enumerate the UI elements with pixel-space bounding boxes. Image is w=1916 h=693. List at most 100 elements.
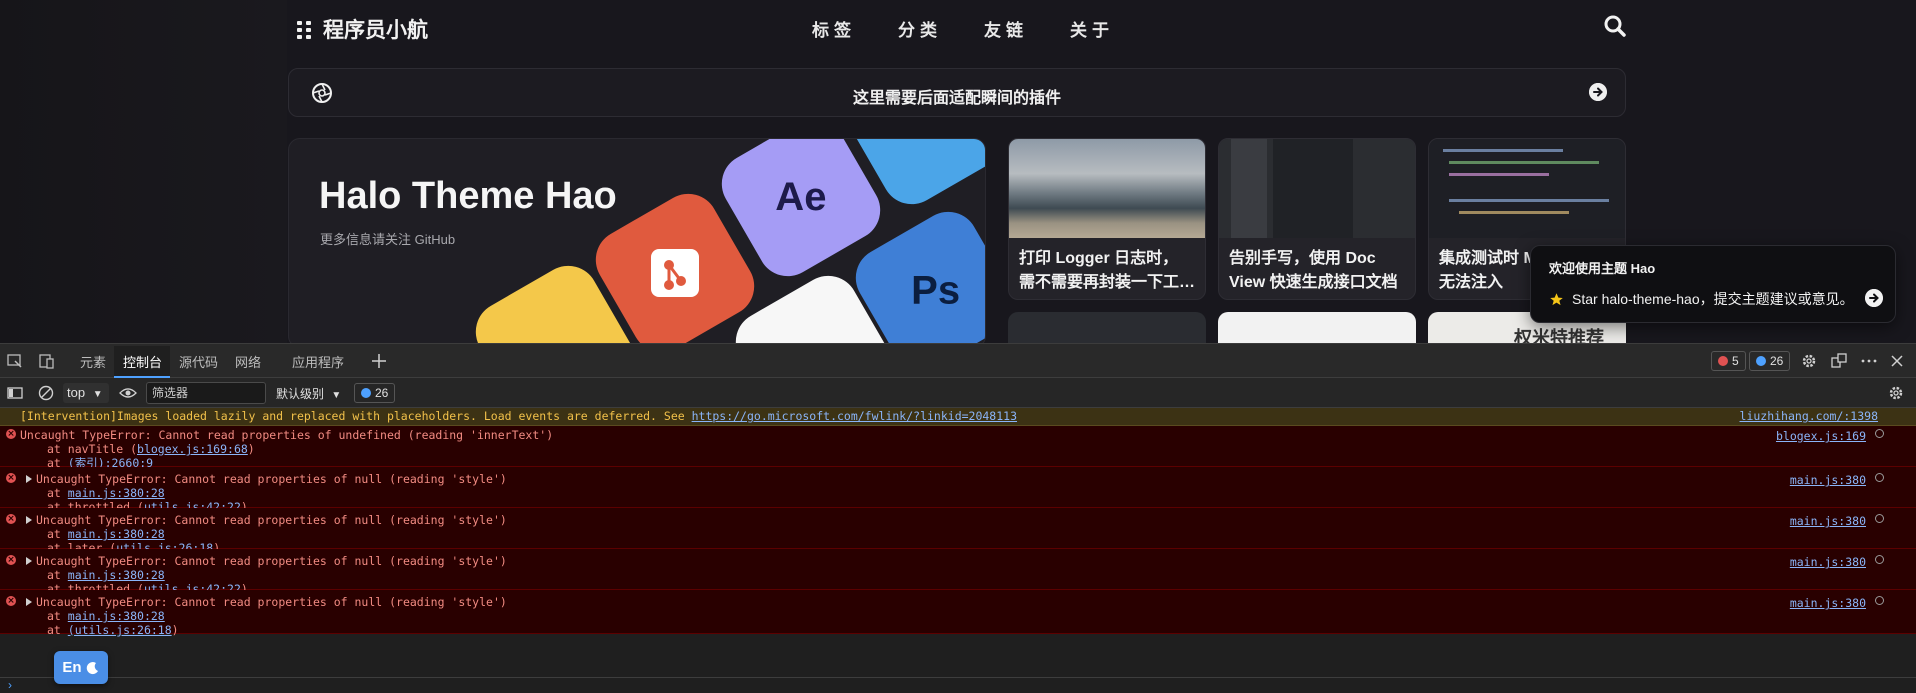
source-link[interactable]: blogex.js:169 (1776, 429, 1866, 443)
language-label[interactable]: En (62, 659, 81, 676)
arrow-right-icon[interactable] (1589, 83, 1607, 101)
stack-frame: at main.js:380:28 (47, 609, 165, 623)
inspect-element-icon[interactable] (6, 352, 24, 370)
menu-item-tags[interactable]: 标签 (812, 16, 856, 41)
device-emulation-icon[interactable] (38, 352, 56, 370)
error-message: Uncaught TypeError: Cannot read properti… (0, 595, 1916, 609)
close-icon[interactable] (1888, 352, 1906, 370)
notice-text: 这里需要后面适配瞬间的插件 (852, 90, 1061, 107)
tab-application[interactable]: 应用程序 (292, 352, 344, 371)
expand-triangle-icon[interactable] (26, 475, 32, 483)
source-link[interactable]: main.js:380 (1790, 514, 1866, 528)
stack-link[interactable]: main.js:380:28 (68, 527, 165, 541)
website-viewport: 程序员小航 标签 分类 友链 关于 这里需要后面适配瞬间的插件 Halo The… (0, 0, 1916, 343)
language-theme-toggle[interactable]: En (54, 651, 108, 684)
toast-message[interactable]: Star halo-theme-hao，提交主题建议或意见。 (1549, 289, 1854, 309)
search-icon[interactable] (1875, 429, 1884, 438)
console-error-row[interactable]: × Uncaught TypeError: Cannot read proper… (0, 549, 1916, 596)
welcome-toast[interactable]: 欢迎使用主题 Hao Star halo-theme-hao，提交主题建议或意见… (1530, 245, 1896, 323)
menu-item-links[interactable]: 友链 (984, 16, 1028, 41)
stack-link[interactable]: main.js:380:28 (68, 568, 165, 582)
stack-frame: at main.js:380:28 (47, 527, 165, 541)
error-count-badge[interactable]: 5 (1711, 351, 1746, 371)
search-icon[interactable] (1875, 514, 1884, 523)
expand-triangle-icon[interactable] (26, 516, 32, 524)
toast-title: 欢迎使用主题 Hao (1549, 261, 1656, 276)
post-title: 告别手写，使用 Doc View 快速生成接口文档 (1229, 250, 1398, 291)
stack-link[interactable]: blogex.js:169:68 (137, 442, 248, 456)
search-icon[interactable] (1875, 473, 1884, 482)
notice-bar[interactable]: 这里需要后面适配瞬间的插件 (288, 68, 1626, 117)
console-settings-icon[interactable] (1887, 384, 1905, 402)
console-error-row[interactable]: × Uncaught TypeError: Cannot read proper… (0, 590, 1916, 637)
menu-grid-icon[interactable] (297, 21, 311, 39)
page-background (0, 0, 287, 343)
console-toolbar: top ▼ 筛选器 默认级别 ▼ 26 (0, 378, 1916, 408)
console-error-row[interactable]: × Uncaught TypeError: Cannot read proper… (0, 426, 1916, 470)
stack-link[interactable]: main.js:380:28 (68, 486, 165, 500)
source-link[interactable]: main.js:380 (1790, 555, 1866, 569)
info-count-badge[interactable]: 26 (1749, 351, 1791, 371)
post-card-thumbnail[interactable] (1218, 312, 1416, 343)
tab-network[interactable]: 网络 (235, 352, 261, 371)
site-brand[interactable]: 程序员小航 (297, 14, 428, 44)
info-icon (361, 388, 371, 398)
menu-item-about[interactable]: 关于 (1070, 16, 1114, 41)
hero-subtitle[interactable]: 更多信息请关注 GitHub (320, 229, 455, 248)
arrow-right-icon[interactable] (1865, 289, 1883, 307)
devtools-panel: 元素 控制台 源代码 网络 应用程序 5 26 top ▼ 筛选器 默认级别 ▼… (0, 343, 1916, 693)
console-error-row[interactable]: × Uncaught TypeError: Cannot read proper… (0, 467, 1916, 514)
tab-console[interactable]: 控制台 (123, 352, 162, 371)
site-menu: 标签 分类 友链 关于 (812, 16, 1114, 41)
add-tab-icon[interactable] (370, 352, 388, 370)
issues-count-badge[interactable]: 26 (354, 383, 396, 403)
brand-name[interactable]: 程序员小航 (323, 14, 428, 44)
error-message: Uncaught TypeError: Cannot read properti… (0, 472, 1916, 486)
console-error-row[interactable]: × Uncaught TypeError: Cannot read proper… (0, 508, 1916, 555)
source-link[interactable]: main.js:380 (1790, 596, 1866, 610)
post-thumbnail (1009, 139, 1205, 238)
stack-link[interactable]: main.js:380:28 (68, 609, 165, 623)
tab-sources[interactable]: 源代码 (179, 352, 218, 371)
source-link[interactable]: main.js:380 (1790, 473, 1866, 487)
stack-link[interactable]: (utils.js:26:18 (68, 623, 172, 637)
stack-frame: at navTitle (blogex.js:169:68) (47, 442, 255, 456)
search-icon[interactable] (1875, 555, 1884, 564)
hero-banner[interactable]: Halo Theme Hao 更多信息请关注 GitHub Ae Ps (288, 138, 986, 343)
moon-icon[interactable] (86, 661, 100, 675)
expand-triangle-icon[interactable] (26, 557, 32, 565)
console-prompt[interactable]: › (0, 677, 1916, 693)
search-icon[interactable] (1875, 596, 1884, 605)
context-select[interactable]: top ▼ (63, 383, 109, 403)
eye-icon[interactable] (119, 384, 137, 402)
stack-frame: at main.js:380:28 (47, 486, 165, 500)
warning-link[interactable]: https://go.microsoft.com/fwlink/?linkid=… (692, 409, 1017, 423)
filter-input[interactable]: 筛选器 (146, 382, 266, 404)
stack-frame: at (utils.js:26:18) (47, 623, 179, 637)
expand-triangle-icon[interactable] (26, 598, 32, 606)
source-link[interactable]: liuzhihang.com/:1398 (1740, 408, 1878, 425)
search-icon[interactable] (1603, 14, 1627, 38)
star-icon (1550, 292, 1563, 305)
prompt-caret: › (8, 678, 12, 692)
hero-title: Halo Theme Hao (319, 175, 617, 217)
clear-console-icon[interactable] (37, 384, 55, 402)
devtools-tab-bar: 元素 控制台 源代码 网络 应用程序 5 26 (0, 344, 1916, 378)
tab-elements[interactable]: 元素 (80, 352, 106, 371)
post-card[interactable]: 告别手写，使用 Doc View 快速生成接口文档 (1218, 138, 1416, 300)
settings-gear-icon[interactable] (1800, 352, 1818, 370)
error-message: Uncaught TypeError: Cannot read properti… (0, 513, 1916, 527)
post-thumbnail (1429, 139, 1625, 238)
error-icon (1718, 356, 1728, 366)
sidebar-toggle-icon[interactable] (6, 384, 24, 402)
stack-frame: at main.js:380:28 (47, 568, 165, 582)
post-card-thumbnail[interactable] (1008, 312, 1206, 343)
post-card[interactable]: 打印 Logger 日志时， 需不需要再封装一下工… (1008, 138, 1206, 300)
error-message: Uncaught TypeError: Cannot read properti… (20, 428, 554, 442)
console-output: [Intervention]Images loaded lazily and r… (0, 408, 1916, 693)
more-options-icon[interactable] (1860, 352, 1878, 370)
menu-item-categories[interactable]: 分类 (898, 16, 942, 41)
log-level-select[interactable]: 默认级别 ▼ (276, 385, 341, 402)
card-thumbnail-label: 权米特推荐 (1514, 328, 1604, 343)
connect-device-icon[interactable] (1830, 352, 1848, 370)
